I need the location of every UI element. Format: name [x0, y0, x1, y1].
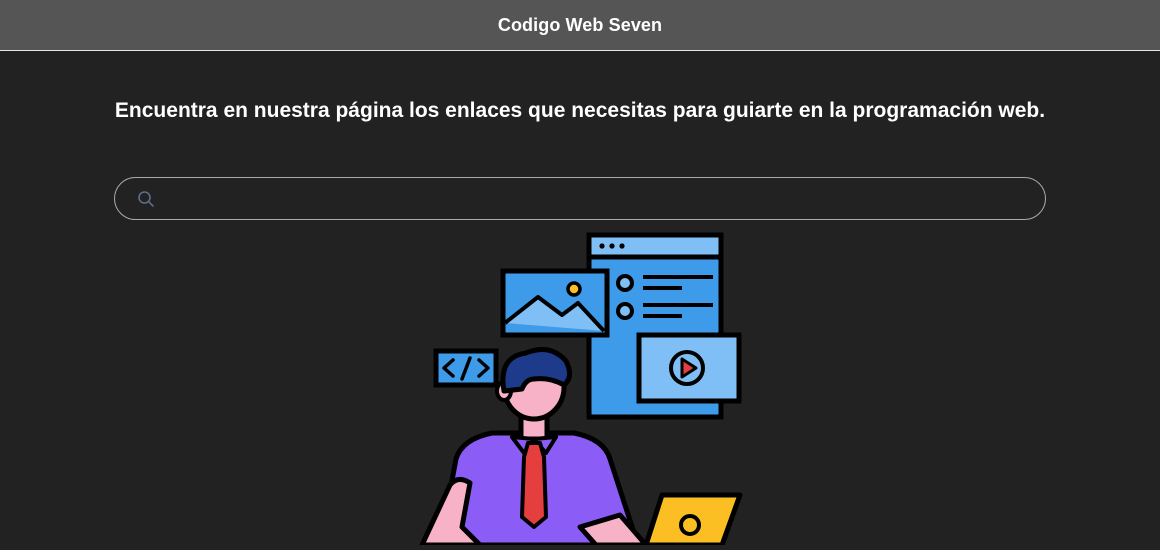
main-content: Encuentra en nuestra página los enlaces …: [0, 52, 1160, 548]
image-icon: [500, 268, 610, 338]
web-developer-illustration: [400, 227, 760, 548]
site-title[interactable]: Codigo Web Seven: [498, 15, 662, 36]
search-bar[interactable]: [114, 177, 1046, 220]
laptop-icon: [643, 492, 743, 548]
search-input[interactable]: [156, 178, 1045, 219]
video-play-icon: [636, 332, 742, 404]
page-tagline: Encuentra en nuestra página los enlaces …: [114, 99, 1046, 122]
search-icon: [136, 189, 156, 209]
site-header: Codigo Web Seven: [0, 0, 1160, 51]
code-tag-icon: [433, 348, 499, 388]
